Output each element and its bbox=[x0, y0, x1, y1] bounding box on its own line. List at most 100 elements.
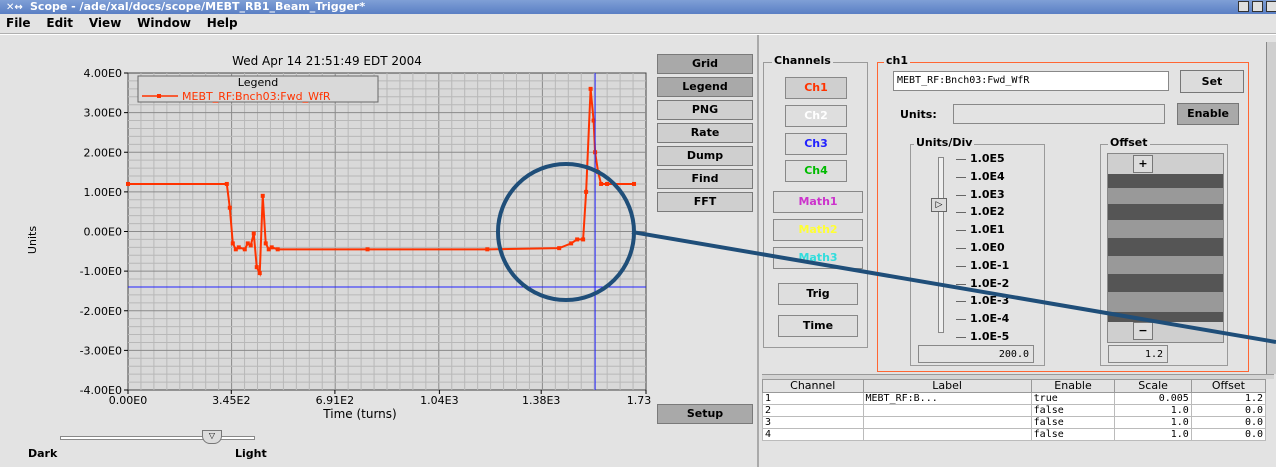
col-label[interactable]: Label bbox=[862, 379, 1032, 393]
cell-scale[interactable]: 1.0 bbox=[1114, 428, 1192, 441]
cell-enable[interactable]: false bbox=[1030, 404, 1116, 417]
y-axis-ticks: 4.00E0 3.00E0 2.00E0 1.00E0 0.00E0 -1.00E0 -2.… bbox=[80, 67, 128, 397]
offset-value[interactable]: 1.2 bbox=[1108, 345, 1168, 363]
menu-window[interactable]: Window bbox=[131, 14, 197, 30]
signal-name-input[interactable]: MEBT_RF:Bnch03:Fwd_WfR bbox=[893, 71, 1169, 91]
cell-channel[interactable]: 2 bbox=[762, 404, 864, 417]
menu-help[interactable]: Help bbox=[201, 14, 244, 30]
trig-button[interactable]: Trig bbox=[778, 283, 858, 305]
cell-offset[interactable]: 0.0 bbox=[1190, 416, 1267, 429]
brightness-slider-thumb[interactable]: ▽ bbox=[202, 430, 222, 444]
menu-file[interactable]: File bbox=[0, 14, 37, 30]
trace-point bbox=[575, 237, 580, 242]
offset-wheel[interactable] bbox=[1107, 153, 1224, 343]
units-div-slider-thumb[interactable]: ▷ bbox=[931, 198, 947, 212]
ch3-button[interactable]: Ch3 bbox=[785, 133, 847, 155]
cell-label[interactable] bbox=[862, 404, 1032, 417]
cell-label[interactable]: MEBT_RF:B... bbox=[862, 392, 1032, 405]
cell-offset[interactable]: 0.0 bbox=[1190, 404, 1267, 417]
legend-entry: MEBT_RF:Bnch03:Fwd_WfR bbox=[182, 90, 331, 103]
units-div-tick bbox=[956, 176, 966, 178]
rate-button[interactable]: Rate bbox=[657, 123, 753, 143]
menu-view[interactable]: View bbox=[83, 14, 127, 30]
math2-button[interactable]: Math2 bbox=[773, 219, 863, 241]
units-div-slider[interactable] bbox=[938, 157, 944, 333]
col-enable[interactable]: Enable bbox=[1030, 379, 1116, 393]
brightness-slider[interactable] bbox=[60, 436, 255, 440]
menu-edit[interactable]: Edit bbox=[40, 14, 79, 30]
units-input[interactable] bbox=[953, 104, 1165, 124]
units-div-value[interactable]: 200.0 bbox=[918, 345, 1034, 363]
minimize-button[interactable] bbox=[1238, 1, 1249, 12]
units-div-tick-label: 1.0E-3 bbox=[970, 294, 1010, 308]
enable-button[interactable]: Enable bbox=[1177, 103, 1239, 125]
y-tick-label: -2.00E0 bbox=[80, 305, 122, 318]
offset-plus-button[interactable]: + bbox=[1133, 155, 1153, 173]
window-menu-icon[interactable]: ✕↔ bbox=[6, 1, 23, 15]
cell-enable[interactable]: true bbox=[1030, 392, 1116, 405]
cell-scale[interactable]: 0.005 bbox=[1114, 392, 1192, 405]
col-offset[interactable]: Offset bbox=[1190, 379, 1267, 393]
y-tick-label: -1.00E0 bbox=[80, 265, 122, 278]
set-button[interactable]: Set bbox=[1180, 70, 1244, 93]
trace-point bbox=[230, 241, 235, 246]
cell-enable[interactable]: false bbox=[1030, 416, 1116, 429]
wheel-band bbox=[1108, 238, 1223, 256]
offset-minus-button[interactable]: − bbox=[1133, 322, 1153, 340]
units-div-tick-label: 1.0E1 bbox=[970, 223, 1005, 237]
units-div-tick-label: 1.0E-4 bbox=[970, 312, 1010, 326]
math3-button[interactable]: Math3 bbox=[773, 247, 863, 269]
time-button[interactable]: Time bbox=[778, 315, 858, 337]
table-row[interactable]: 4 false 1.0 0.0 bbox=[762, 428, 1267, 441]
y-tick-label: 4.00E0 bbox=[84, 67, 122, 80]
fft-button[interactable]: FFT bbox=[657, 192, 753, 212]
cell-offset[interactable]: 1.2 bbox=[1190, 392, 1267, 405]
ch1-button[interactable]: Ch1 bbox=[785, 77, 847, 99]
legend-button[interactable]: Legend bbox=[657, 77, 753, 97]
dump-button[interactable]: Dump bbox=[657, 146, 753, 166]
units-div-tick-label: 1.0E0 bbox=[970, 241, 1005, 254]
png-button[interactable]: PNG bbox=[657, 100, 753, 120]
y-tick-label: 2.00E0 bbox=[84, 146, 122, 159]
plot-timestamp: Wed Apr 14 21:51:49 EDT 2004 bbox=[232, 54, 422, 68]
table-row[interactable]: 1 MEBT_RF:B... true 0.005 1.2 bbox=[762, 392, 1267, 405]
cell-scale[interactable]: 1.0 bbox=[1114, 416, 1192, 429]
cell-scale[interactable]: 1.0 bbox=[1114, 404, 1192, 417]
trace-point bbox=[263, 241, 268, 246]
col-channel[interactable]: Channel bbox=[762, 379, 864, 393]
trace-point bbox=[599, 181, 604, 186]
units-div-tick bbox=[956, 248, 966, 249]
cell-channel[interactable]: 4 bbox=[762, 428, 864, 441]
units-div-tick bbox=[956, 230, 966, 232]
find-button[interactable]: Find bbox=[657, 169, 753, 189]
maximize-button[interactable] bbox=[1252, 1, 1263, 12]
panel-scrollbar[interactable] bbox=[1266, 42, 1276, 374]
cell-enable[interactable]: false bbox=[1030, 428, 1116, 441]
x-tick-label: 1.04E3 bbox=[420, 394, 458, 407]
channel-table: Channel Label Enable Scale Offset 1 MEBT… bbox=[762, 379, 1267, 467]
grid-button[interactable]: Grid bbox=[657, 54, 753, 74]
cell-label[interactable] bbox=[862, 416, 1032, 429]
table-row[interactable]: 3 false 1.0 0.0 bbox=[762, 416, 1267, 429]
table-row[interactable]: 2 false 1.0 0.0 bbox=[762, 404, 1267, 417]
cell-channel[interactable]: 3 bbox=[762, 416, 864, 429]
col-scale[interactable]: Scale bbox=[1114, 379, 1192, 393]
ch2-button[interactable]: Ch2 bbox=[785, 105, 847, 127]
ch4-button[interactable]: Ch4 bbox=[785, 160, 847, 182]
cell-offset[interactable]: 0.0 bbox=[1190, 428, 1267, 441]
math1-button[interactable]: Math1 bbox=[773, 191, 863, 213]
trace-point bbox=[632, 181, 637, 186]
cell-label[interactable] bbox=[862, 428, 1032, 441]
wheel-band bbox=[1108, 312, 1223, 322]
close-button[interactable] bbox=[1266, 1, 1276, 12]
units-div-tick-label: 1.0E4 bbox=[970, 169, 1005, 183]
units-div-tick bbox=[956, 265, 966, 267]
wheel-band bbox=[1108, 188, 1223, 204]
trace-point bbox=[260, 193, 265, 198]
cell-channel[interactable]: 1 bbox=[762, 392, 864, 405]
menu-bar: File Edit View Window Help bbox=[0, 14, 1276, 34]
trace-point bbox=[596, 170, 601, 175]
setup-button[interactable]: Setup bbox=[657, 404, 753, 424]
scope-plot[interactable]: Wed Apr 14 21:51:49 EDT 2004 4.00E0 3.00E… bbox=[0, 35, 652, 435]
trace-point bbox=[557, 246, 562, 251]
